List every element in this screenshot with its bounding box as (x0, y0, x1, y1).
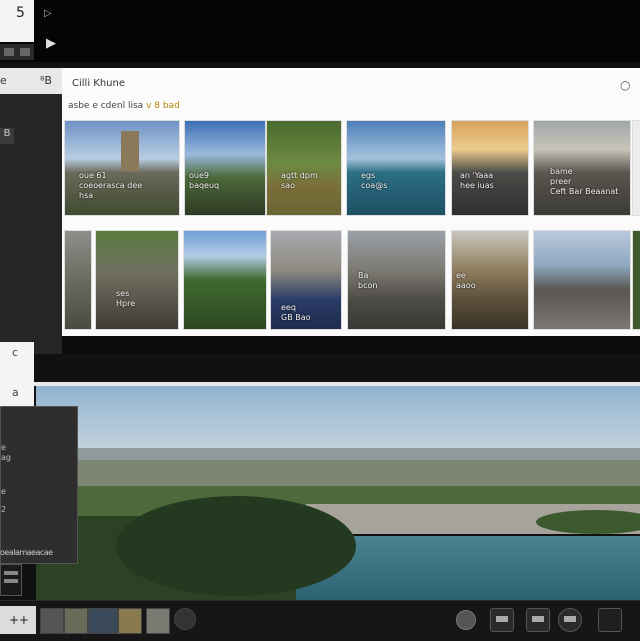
timeline-clip[interactable] (64, 608, 88, 634)
audio-icon[interactable] (558, 608, 582, 632)
timeline-clip[interactable] (118, 608, 142, 634)
timeline-clip[interactable] (174, 608, 196, 630)
gallery-breadcrumb: asbe e cdenl lisa v 8 bad (68, 101, 180, 111)
media-thumbnail[interactable]: oue 61 coeoerasca dee hsa (64, 120, 180, 216)
app-logo-box[interactable]: 5 (0, 0, 34, 42)
breadcrumb-text[interactable]: asbe e cdenl lisa (68, 101, 143, 111)
swatch-bar (4, 579, 18, 583)
media-thumbnail[interactable]: bame preer Ceft Bar Beaanat (533, 120, 631, 216)
media-thumbnail[interactable]: egs coa@s (346, 120, 446, 216)
export-glyph (496, 616, 508, 622)
media-thumbnail[interactable]: ses Hpre (95, 230, 179, 330)
thumbnail-caption: Ba bcon (358, 271, 378, 290)
record-icon[interactable] (456, 610, 476, 630)
inspector-line[interactable]: 2 (1, 505, 6, 514)
media-thumbnail[interactable] (533, 230, 631, 330)
media-thumbnail[interactable] (64, 230, 92, 330)
media-thumbnail[interactable]: ee aaoo (451, 230, 529, 330)
audio-glyph (564, 616, 576, 622)
play-icon[interactable]: ▷ (44, 8, 52, 19)
media-thumbnail[interactable]: eeq GB Bao (270, 230, 342, 330)
left-tool-box[interactable]: c a (0, 342, 34, 406)
view-toggle-button[interactable] (0, 44, 34, 60)
thumbnail-caption: ee aaoo (456, 271, 476, 290)
add-clip-button[interactable]: + + (0, 606, 36, 634)
video-preview[interactable] (36, 386, 640, 600)
breadcrumb-accent[interactable]: v 8 bad (146, 101, 180, 111)
media-thumbnail[interactable]: an 'Yaaa hee iuas (451, 120, 529, 216)
view-grid-icon (4, 48, 14, 56)
thumbnail-caption: oue9 baqeuq (189, 171, 220, 190)
swatch-bar (4, 571, 18, 575)
inspector-line[interactable]: e (1, 443, 6, 452)
more-options-button[interactable] (598, 608, 622, 632)
thumbnail-caption: bame preer Ceft Bar Beaanat (550, 167, 619, 196)
media-thumbnail[interactable]: agtt dpm sao (266, 120, 342, 216)
inspector-line[interactable]: ag (1, 453, 11, 462)
export-icon[interactable] (490, 608, 514, 632)
left-panel-header-right[interactable]: ⁸B (40, 74, 52, 87)
media-thumbnail[interactable] (632, 120, 640, 216)
thumbnail-caption: ses Hpre (116, 289, 136, 308)
left-tool-top[interactable]: c (12, 346, 18, 359)
media-thumbnail[interactable] (183, 230, 267, 330)
media-thumbnail[interactable]: oue9 baqeuq (184, 120, 266, 216)
left-panel (0, 68, 63, 354)
media-thumbnail[interactable] (632, 230, 640, 330)
gallery-title: Cilli Khune (72, 78, 125, 89)
layer-swatch[interactable] (0, 564, 22, 596)
app-logo-glyph: 5 (16, 5, 25, 21)
landscape-frame (36, 386, 640, 600)
inspector-line[interactable]: e (1, 487, 6, 496)
thumbnail-caption: eeq GB Bao (281, 303, 311, 322)
settings-icon[interactable] (526, 608, 550, 632)
inspector-footer-label: oealamaeacae (0, 548, 53, 557)
left-panel-row[interactable]: B (0, 128, 14, 144)
left-panel-header-left[interactable]: e (0, 74, 7, 87)
tower-shape (121, 131, 139, 171)
thumbnail-caption: agtt dpm sao (281, 171, 318, 190)
timeline-clip[interactable] (88, 608, 118, 634)
view-list-icon (20, 48, 30, 56)
media-thumbnail[interactable]: Ba bcon (347, 230, 446, 330)
gallery-scrollbar[interactable] (62, 336, 640, 354)
search-icon[interactable]: ○ (620, 78, 630, 92)
inspector-panel: e ag e 2 (0, 406, 78, 564)
play-button[interactable]: ▶ (46, 36, 56, 51)
timeline-clip[interactable] (40, 608, 64, 634)
timeline-clip[interactable] (146, 608, 170, 634)
left-tool-bottom[interactable]: a (12, 386, 19, 399)
thumbnail-caption: egs coa@s (361, 171, 388, 190)
settings-glyph (532, 616, 544, 622)
thumbnail-caption: oue 61 coeoerasca dee hsa (79, 171, 143, 200)
thumbnail-caption: an 'Yaaa hee iuas (460, 171, 494, 190)
top-bar (0, 0, 640, 62)
left-panel-header: e ⁸B (0, 68, 62, 94)
